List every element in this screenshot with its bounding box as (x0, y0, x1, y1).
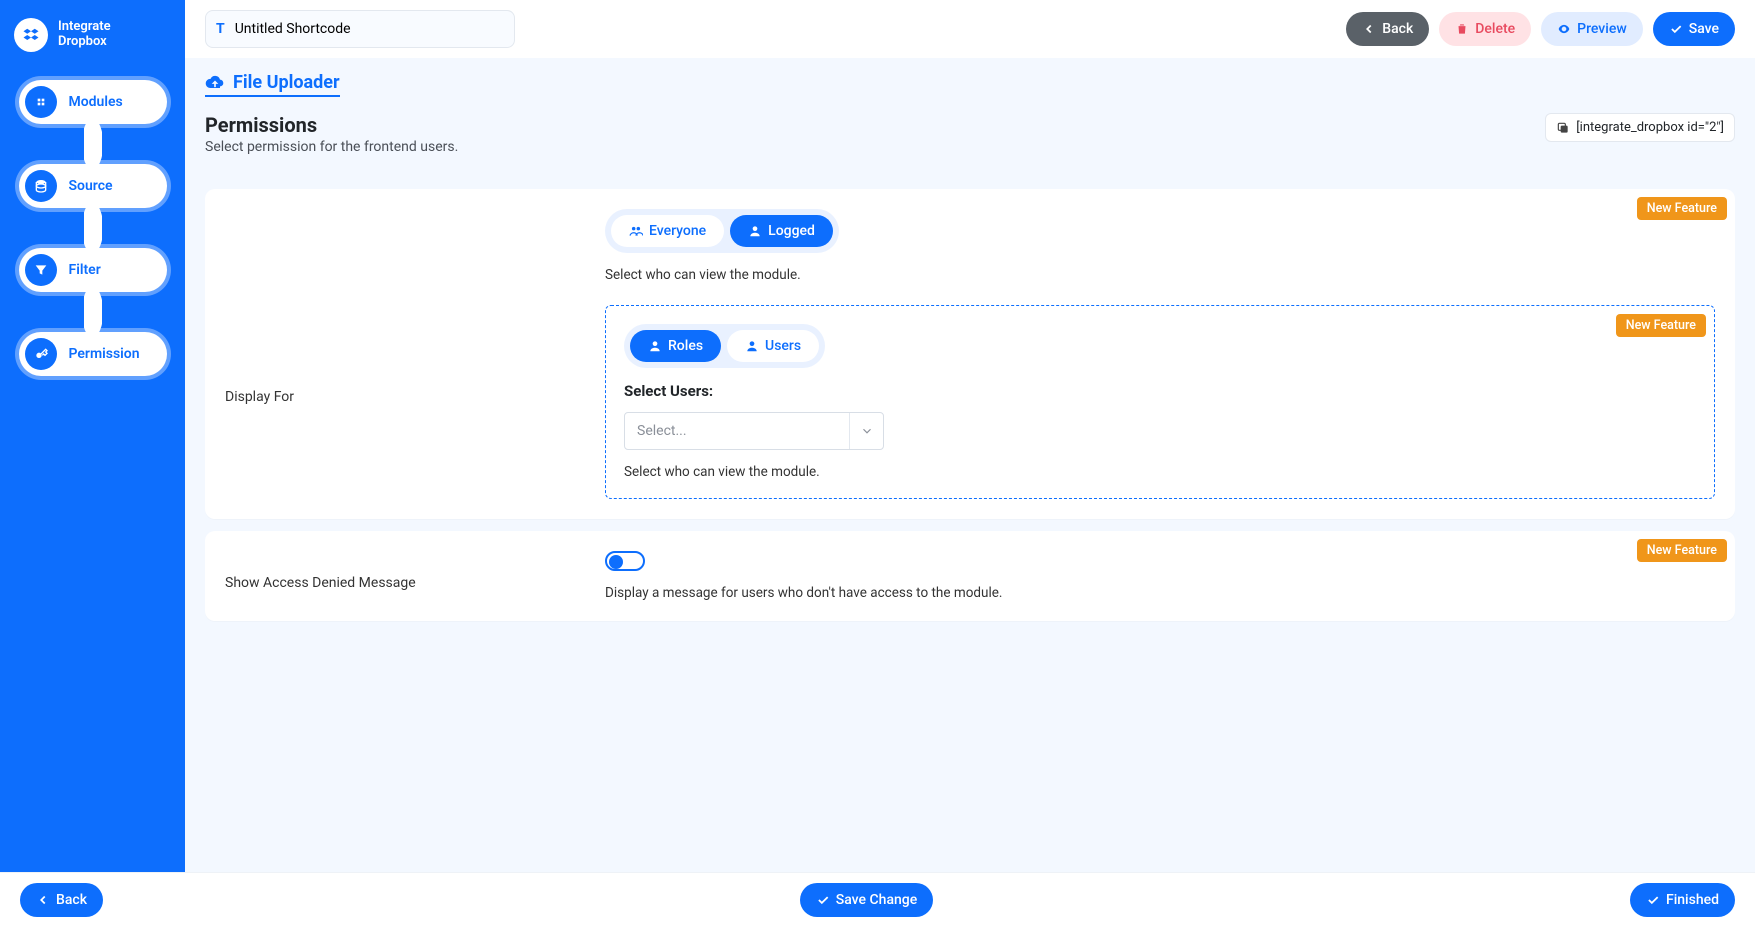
save-label: Save (1689, 21, 1719, 37)
top-actions: Back Delete Preview Save (1346, 12, 1735, 46)
module-title[interactable]: File Uploader (205, 72, 340, 97)
seg-roles-label: Roles (668, 338, 703, 354)
chevron-left-icon (1362, 22, 1376, 36)
step-connector (84, 206, 102, 250)
chevron-left-icon (36, 893, 50, 907)
delete-label: Delete (1475, 21, 1515, 37)
footer: Back Save Change Finished (0, 872, 1755, 927)
footer-back-label: Back (56, 892, 87, 908)
copy-icon (1556, 121, 1570, 135)
brand-line1: Integrate (58, 20, 111, 35)
sidebar-step-label: Filter (69, 262, 101, 278)
delete-button[interactable]: Delete (1439, 12, 1531, 46)
sidebar-step-source[interactable]: Source (19, 164, 167, 208)
new-feature-badge: New Feature (1616, 314, 1706, 337)
select-placeholder: Select... (637, 423, 687, 439)
upload-cloud-icon (205, 73, 225, 93)
brand: Integrate Dropbox (14, 18, 171, 52)
save-button[interactable]: Save (1653, 12, 1735, 46)
footer-finished-button[interactable]: Finished (1630, 883, 1735, 917)
user-icon (745, 339, 759, 353)
shortcode-title-input-wrap[interactable]: T (205, 10, 515, 48)
seg-logged-label: Logged (768, 223, 815, 239)
roles-users-segmented: Roles Users (624, 324, 825, 368)
grid-icon (25, 86, 57, 118)
check-icon (816, 893, 830, 907)
key-icon (25, 338, 57, 370)
step-connector (84, 290, 102, 334)
row-label-access-denied: Show Access Denied Message (225, 551, 605, 591)
topbar: T Back Delete Preview Save (185, 0, 1755, 58)
check-icon (1646, 893, 1660, 907)
shortcode-chip[interactable]: [integrate_dropbox id="2"] (1545, 113, 1735, 142)
database-icon (25, 170, 57, 202)
brand-logo (14, 18, 48, 52)
sidebar-step-label: Modules (69, 94, 123, 110)
sidebar-step-filter[interactable]: Filter (19, 248, 167, 292)
step-connector (84, 122, 102, 166)
display-for-segmented: Everyone Logged (605, 209, 839, 253)
sidebar: Integrate Dropbox Modules Source Filter (0, 0, 185, 927)
text-icon: T (216, 21, 225, 37)
seg-roles[interactable]: Roles (630, 330, 721, 362)
nested-panel: New Feature Roles Users Select Users (605, 305, 1715, 499)
module-title-text: File Uploader (233, 72, 340, 93)
sidebar-steps: Modules Source Filter Permission (14, 80, 171, 376)
trash-icon (1455, 22, 1469, 36)
preview-button[interactable]: Preview (1541, 12, 1643, 46)
permissions-subtitle: Select permission for the frontend users… (205, 139, 458, 155)
preview-label: Preview (1577, 21, 1627, 37)
sidebar-step-label: Source (69, 178, 113, 194)
seg-everyone-label: Everyone (649, 223, 706, 239)
seg-users[interactable]: Users (727, 330, 819, 362)
seg-logged[interactable]: Logged (730, 215, 833, 247)
card-access-denied: New Feature Show Access Denied Message D… (205, 531, 1735, 621)
display-for-hint: Select who can view the module. (605, 267, 1715, 283)
user-icon (648, 339, 662, 353)
access-denied-hint: Display a message for users who don't ha… (605, 585, 1715, 601)
sidebar-step-label: Permission (69, 346, 140, 362)
header-section: File Uploader Permissions Select permiss… (185, 58, 1755, 177)
footer-back-button[interactable]: Back (20, 883, 103, 917)
card-display-for: New Feature Display For Everyone Logged (205, 189, 1735, 519)
sidebar-step-modules[interactable]: Modules (19, 80, 167, 124)
top-back-button[interactable]: Back (1346, 12, 1429, 46)
users-icon (629, 224, 643, 238)
permissions-title: Permissions (205, 113, 458, 137)
check-icon (1669, 22, 1683, 36)
nested-hint: Select who can view the module. (624, 464, 1696, 480)
new-feature-badge: New Feature (1637, 539, 1727, 562)
filter-icon (25, 254, 57, 286)
shortcode-title-input[interactable] (233, 20, 504, 38)
new-feature-badge: New Feature (1637, 197, 1727, 220)
eye-icon (1557, 22, 1571, 36)
access-denied-toggle[interactable] (605, 551, 645, 571)
select-users-label: Select Users: (624, 382, 1696, 400)
top-back-label: Back (1382, 21, 1413, 37)
row-label-display-for: Display For (225, 209, 605, 405)
footer-finished-label: Finished (1666, 892, 1719, 908)
select-users-dropdown[interactable]: Select... (624, 412, 884, 450)
seg-everyone[interactable]: Everyone (611, 215, 724, 247)
footer-save-change-label: Save Change (836, 892, 917, 908)
seg-users-label: Users (765, 338, 801, 354)
chevron-down-icon (849, 413, 883, 449)
footer-save-change-button[interactable]: Save Change (800, 883, 933, 917)
sidebar-step-permission[interactable]: Permission (19, 332, 167, 376)
brand-line2: Dropbox (58, 35, 111, 50)
user-icon (748, 224, 762, 238)
shortcode-text: [integrate_dropbox id="2"] (1576, 120, 1724, 135)
